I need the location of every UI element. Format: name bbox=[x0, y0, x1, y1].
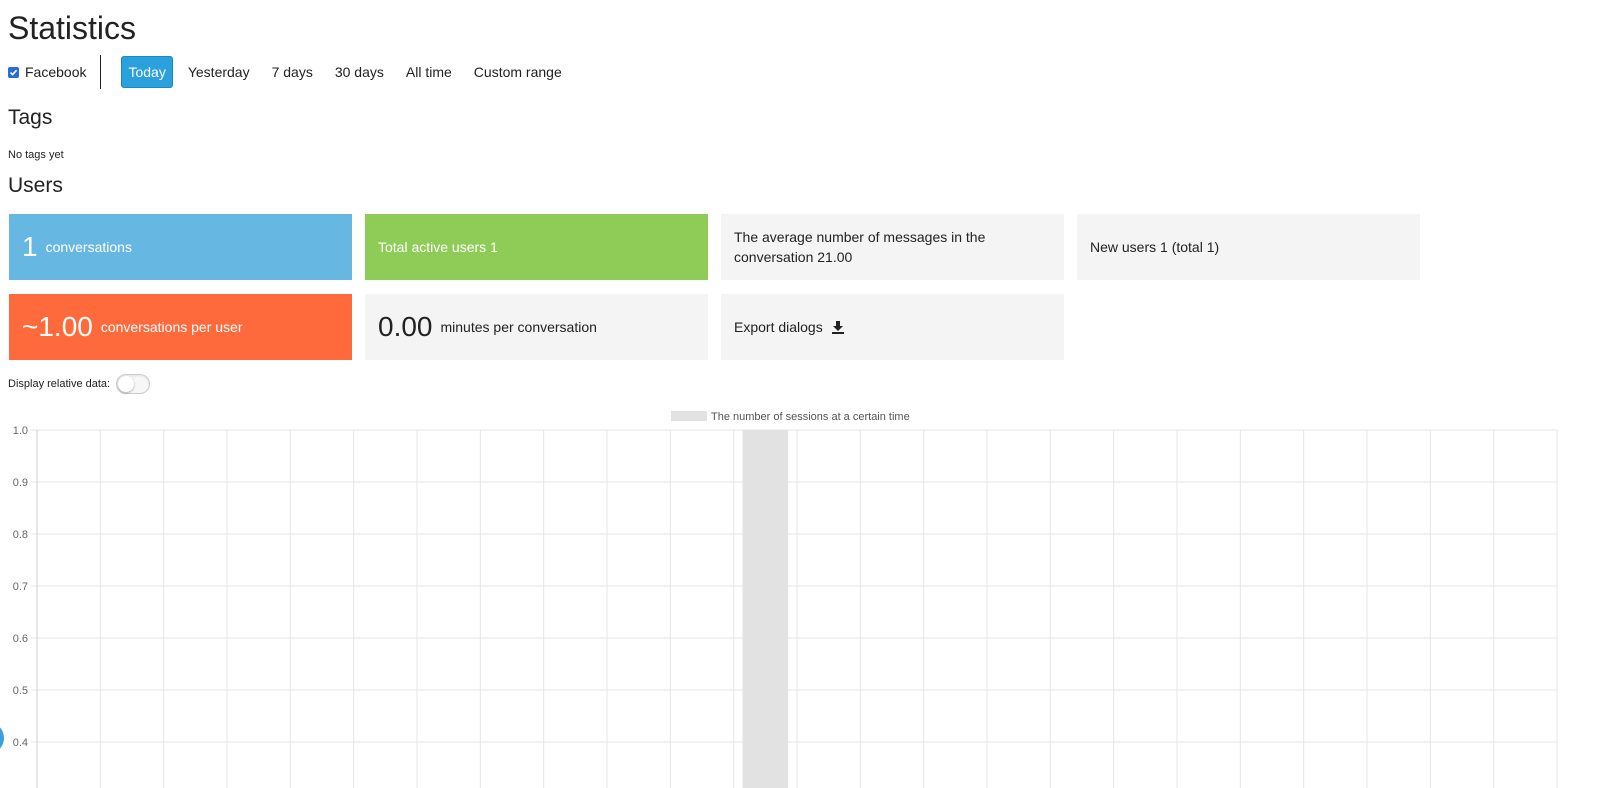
relative-data-toggle[interactable] bbox=[116, 374, 151, 394]
y-tick-label: 0.8 bbox=[13, 529, 28, 541]
y-tick-label: 0.7 bbox=[13, 581, 28, 593]
y-tick-label: 0.9 bbox=[13, 477, 28, 489]
channel-label: Facebook bbox=[25, 64, 87, 80]
toggle-knob bbox=[118, 376, 135, 392]
avg-messages-label: The average number of messages in the co… bbox=[734, 229, 986, 265]
range-7days-button[interactable]: 7 days bbox=[265, 56, 320, 88]
date-range-tabs: Today Yesterday 7 days 30 days All time … bbox=[121, 56, 576, 88]
y-tick-label: 0.4 bbox=[13, 737, 28, 749]
conversations-card: 1 conversations bbox=[9, 214, 352, 280]
y-tick-label: 0.6 bbox=[13, 633, 28, 645]
new-users-card: New users 1 (total 1) bbox=[1077, 214, 1420, 280]
conversations-per-user-value: ~1.00 bbox=[22, 311, 93, 342]
export-dialogs-label: Export dialogs bbox=[734, 319, 823, 335]
range-yesterday-button[interactable]: Yesterday bbox=[181, 56, 257, 88]
active-users-card: Total active users 1 bbox=[365, 214, 708, 280]
y-tick-label: 1.0 bbox=[13, 425, 28, 437]
facebook-checkbox[interactable] bbox=[8, 66, 19, 78]
relative-data-row: Display relative data: bbox=[8, 374, 151, 394]
minutes-per-conversation-card: 0.00 minutes per conversation bbox=[365, 294, 708, 360]
range-alltime-button[interactable]: All time bbox=[399, 56, 459, 88]
minutes-value: 0.00 bbox=[378, 311, 433, 342]
sessions-chart-svg: 1.0 0.9 0.8 0.7 0.6 0.5 0.4 The number of sess… bbox=[13, 411, 1558, 788]
avg-messages-card: The average number of messages in the co… bbox=[721, 214, 1064, 280]
session-bar bbox=[742, 430, 789, 788]
channel-filter-facebook[interactable]: Facebook bbox=[8, 55, 102, 89]
minutes-label: minutes per conversation bbox=[440, 319, 597, 335]
no-tags-text: No tags yet bbox=[8, 149, 64, 161]
filter-bar: Facebook Today Yesterday 7 days 30 days … bbox=[8, 55, 577, 89]
download-icon bbox=[831, 320, 845, 334]
users-heading: Users bbox=[8, 174, 63, 197]
y-tick-label: 0.5 bbox=[13, 685, 28, 697]
conversations-per-user-card: ~1.00 conversations per user bbox=[9, 294, 352, 360]
active-users-label: Total active users 1 bbox=[378, 239, 498, 255]
range-custom-button[interactable]: Custom range bbox=[467, 56, 569, 88]
legend-swatch bbox=[671, 411, 707, 421]
sessions-chart: 1.0 0.9 0.8 0.7 0.6 0.5 0.4 The number of sess… bbox=[0, 405, 1600, 788]
conversations-label: conversations bbox=[45, 239, 132, 255]
tags-heading: Tags bbox=[8, 106, 53, 129]
relative-data-label: Display relative data: bbox=[8, 378, 111, 390]
range-today-button[interactable]: Today bbox=[121, 56, 173, 88]
conversations-count: 1 bbox=[22, 231, 38, 262]
legend-label: The number of sessions at a certain time bbox=[711, 411, 910, 423]
export-dialogs-button[interactable]: Export dialogs bbox=[721, 294, 1064, 360]
new-users-label: New users 1 (total 1) bbox=[1090, 239, 1220, 255]
page-title: Statistics bbox=[8, 10, 137, 46]
range-30days-button[interactable]: 30 days bbox=[328, 56, 391, 88]
conversations-per-user-label: conversations per user bbox=[100, 319, 243, 335]
